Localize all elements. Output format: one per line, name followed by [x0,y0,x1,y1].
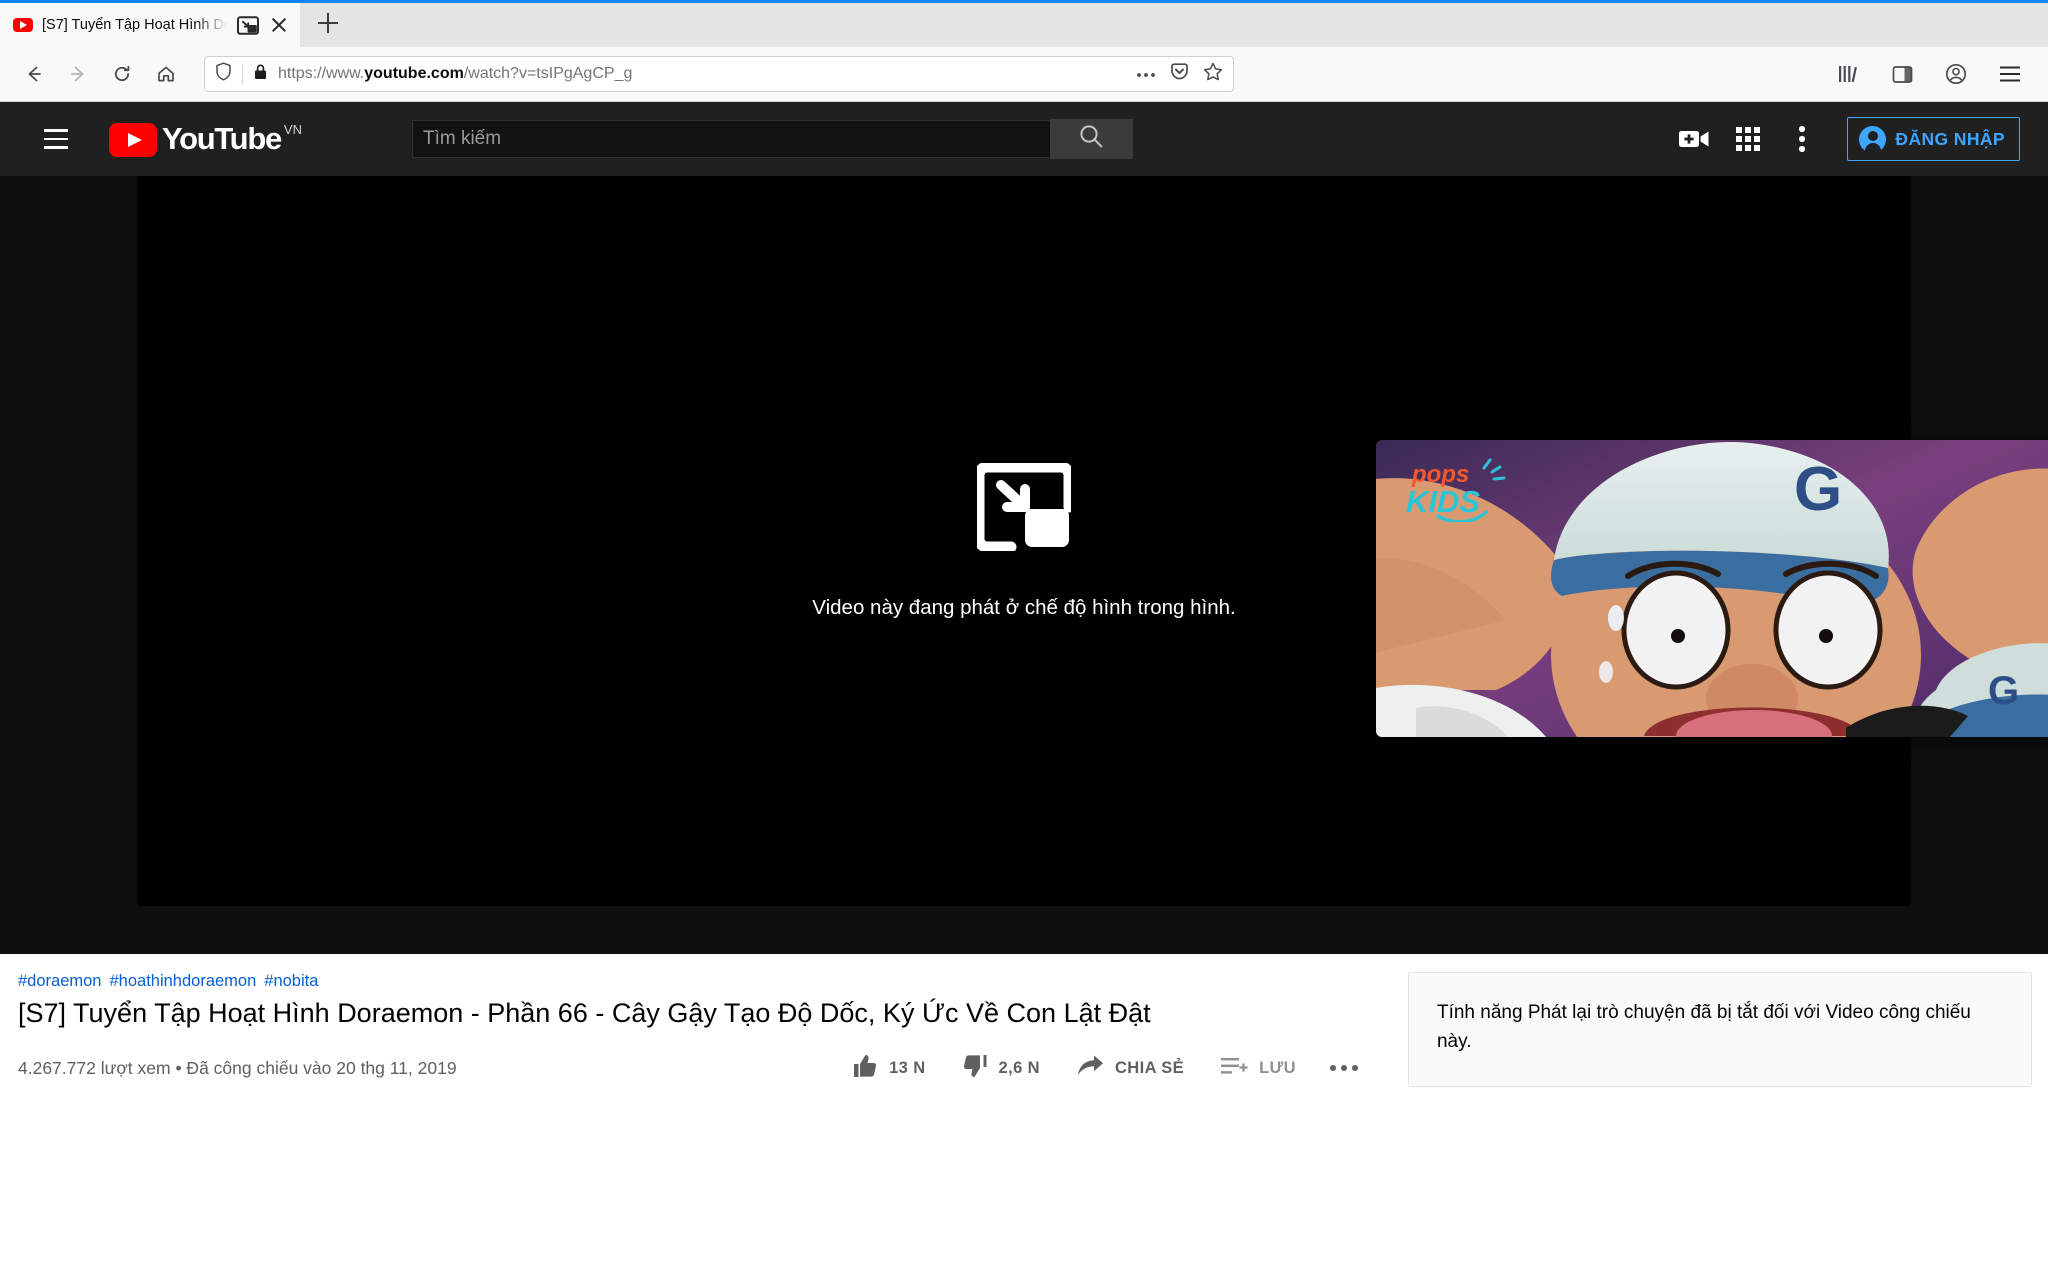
more-actions-button[interactable] [1314,1065,1374,1072]
video-info-row: #doraemon #hoathinhdoraemon #nobita [S7] T… [0,954,2048,1087]
cap-letter: G [1794,455,1842,524]
account-icon[interactable] [1936,54,1976,94]
youtube-logo[interactable]: YouTube VN [109,120,302,158]
horizontal-dots-icon [1340,1065,1347,1072]
forward-arrow-icon [58,54,98,94]
ellipsis-icon[interactable] [1136,65,1156,83]
save-button[interactable]: LƯU [1202,1055,1314,1082]
browser-tab[interactable]: [S7] Tuyển Tập Hoạt Hình Do [0,3,300,47]
hashtag-item[interactable]: #nobita [264,972,318,990]
search-icon [1078,123,1105,155]
share-arrow-icon [1076,1054,1104,1083]
player-left-gutter [0,176,137,906]
secondary-column: Tính năng Phát lại trò chuyện đã bị tắt … [1407,972,2048,1087]
picture-in-picture-icon [973,461,1075,556]
thumb-up-icon [852,1053,878,1084]
masthead-buttons: ĐĂNG NHẬP [1667,112,2026,166]
url-text: https://www.youtube.com/watch?v=tsIPgAgC… [278,65,633,82]
browser-window: [S7] Tuyển Tập Hoạt Hình Do https://www.… [0,0,2048,1268]
search-bar [411,119,1133,159]
video-hashtags: #doraemon #hoathinhdoraemon #nobita [18,972,1408,991]
playlist-add-icon [1220,1055,1248,1082]
tab-strip: [S7] Tuyển Tập Hoạt Hình Do [0,0,2048,47]
youtube-country-code: VN [283,122,302,137]
sidebar-icon[interactable] [1882,54,1922,94]
horizontal-dots-icon [1329,1065,1336,1072]
padlock-icon[interactable] [253,63,268,86]
sign-in-button[interactable]: ĐĂNG NHẬP [1847,117,2020,161]
svg-text:G: G [1988,669,2019,713]
hamburger-menu-icon[interactable] [1990,54,2030,94]
youtube-masthead: YouTube VN Tìm kiếm ĐĂNG NHẬP [0,102,2048,176]
video-primary-info: #doraemon #hoathinhdoraemon #nobita [S7] T… [0,972,1408,1087]
youtube-logo-text: YouTube [162,121,282,156]
star-icon[interactable] [1203,62,1223,86]
share-button[interactable]: CHIA SẺ [1058,1054,1202,1083]
apps-grid-icon[interactable] [1721,112,1775,166]
watermark-kids: KIDS [1406,484,1480,519]
picture-in-picture-icon[interactable] [237,15,259,35]
vertical-dots-icon[interactable] [1775,112,1829,166]
youtube-page: YouTube VN Tìm kiếm ĐĂNG NHẬP Video này … [0,102,2048,1268]
pip-message: Video này đang phát ở chế độ hình trong … [812,595,1236,619]
create-video-icon[interactable] [1667,112,1721,166]
youtube-play-icon [109,123,157,157]
dislike-count: 2,6 N [998,1058,1040,1077]
url-bar[interactable]: https://www.youtube.com/watch?v=tsIPgAgC… [204,56,1234,92]
browser-toolbar: https://www.youtube.com/watch?v=tsIPgAgC… [0,47,2048,102]
guide-menu-button[interactable] [30,113,82,165]
dislike-button[interactable]: 2,6 N [944,1053,1058,1084]
hashtag-item[interactable]: #doraemon [18,972,101,990]
live-chat-panel: Tính năng Phát lại trò chuyện đã bị tắt … [1407,972,2032,1087]
share-label: CHIA SẺ [1114,1058,1185,1077]
reload-icon[interactable] [102,54,142,94]
hashtag-item[interactable]: #hoathinhdoraemon [109,972,256,990]
url-divider [242,64,243,84]
sign-in-label: ĐĂNG NHẬP [1895,128,2005,149]
toolbar-right-buttons [1828,54,2034,94]
pocket-icon[interactable] [1170,62,1189,86]
video-player-area: Video này đang phát ở chế độ hình trong … [0,176,2048,954]
search-input[interactable] [411,120,1050,158]
view-count-and-date: 4.267.772 lượt xem • Đã công chiếu vào 2… [18,1057,457,1078]
video-title: [S7] Tuyển Tập Hoạt Hình Doraemon - Phần… [18,998,1151,1028]
shield-icon[interactable] [215,62,232,86]
video-meta-row: 4.267.772 lượt xem • Đã công chiếu vào 2… [18,1053,1408,1084]
like-button[interactable]: 13 N [834,1053,943,1084]
save-label: LƯU [1259,1058,1296,1077]
picture-in-picture-window[interactable]: G G pops KIDS [1376,440,2048,737]
chat-disabled-message: Tính năng Phát lại trò chuyện đã bị tắt … [1436,1002,1971,1052]
tab-close-button[interactable] [268,14,290,36]
pops-kids-watermark: pops KIDS [1406,458,1506,522]
youtube-favicon [13,18,33,32]
new-tab-button[interactable] [306,1,350,45]
thumb-down-icon [962,1053,988,1084]
search-button[interactable] [1049,119,1133,159]
account-circle-icon [1859,125,1887,155]
horizontal-dots-icon [1351,1065,1358,1072]
library-icon[interactable] [1828,54,1868,94]
like-count: 13 N [889,1058,926,1077]
back-arrow-icon[interactable] [14,54,54,94]
video-action-buttons: 13 N 2,6 N CHIA SẺ LƯU [834,1053,1408,1084]
home-icon[interactable] [146,54,186,94]
tab-title: [S7] Tuyển Tập Hoạt Hình Do [42,17,228,33]
